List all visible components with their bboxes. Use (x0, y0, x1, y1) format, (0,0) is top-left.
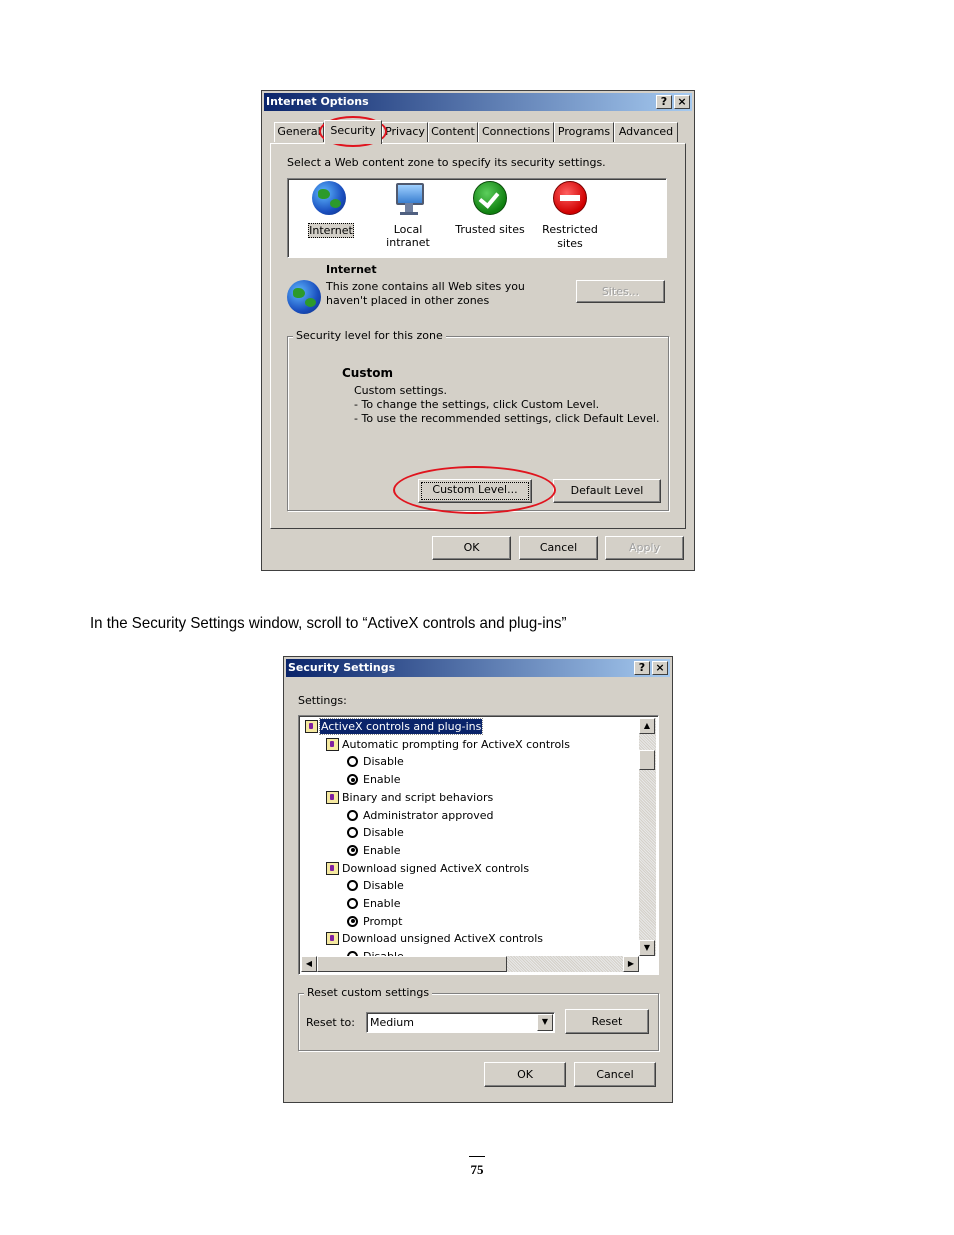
close-button[interactable]: × (652, 661, 668, 675)
cancel-button[interactable]: Cancel (574, 1062, 656, 1087)
close-button[interactable]: × (674, 95, 690, 109)
ok-button[interactable]: OK (484, 1062, 566, 1087)
tree-item-label: Disable (363, 826, 404, 840)
zone-restricted-sites[interactable]: Restricted sites (534, 181, 606, 253)
level-desc-3: - To use the recommended settings, click… (354, 412, 660, 425)
settings-shield-icon (326, 790, 339, 804)
zone-local-intranet[interactable]: Local intranet (372, 181, 444, 249)
tab-general[interactable]: General (274, 122, 324, 142)
tab-content[interactable]: Content (428, 122, 478, 142)
internet-options-titlebar[interactable]: Internet Options ? × (264, 93, 692, 111)
level-desc-1: Custom settings. (354, 384, 448, 397)
tree-item-label: Automatic prompting for ActiveX controls (342, 737, 570, 751)
ok-button[interactable]: OK (432, 536, 511, 560)
tree-item-label: Download signed ActiveX controls (342, 861, 530, 875)
scroll-down-icon[interactable]: ▼ (639, 940, 655, 956)
settings-label: Settings: (298, 694, 347, 707)
check-icon (473, 181, 507, 215)
settings-tree: ActiveX controls and plug-ins Automatic p… (299, 716, 639, 956)
tree-item-label: Disable (363, 879, 404, 893)
zone-restricted-sites-label-line2: sites (557, 237, 583, 250)
tree-item-label: Disable (362, 948, 405, 956)
default-level-button[interactable]: Default Level (553, 479, 661, 503)
sites-button[interactable]: Sites... (576, 280, 665, 303)
internet-options-dialog: Internet Options ? × General Security Pr… (261, 90, 695, 571)
tab-security[interactable]: Security (324, 120, 382, 144)
tree-item-label: Binary and script behaviors (342, 790, 494, 804)
settings-shield-icon (326, 932, 339, 946)
security-settings-titlebar[interactable]: Security Settings ? × (286, 659, 670, 677)
radio-icon (347, 898, 358, 909)
scroll-left-icon[interactable]: ◀ (301, 956, 317, 972)
radio-selected-icon (347, 774, 358, 786)
radio-icon (347, 809, 358, 821)
page-number: 75 (470, 1162, 484, 1177)
tree-item-label: Download unsigned ActiveX controls (342, 932, 544, 946)
zone-restricted-sites-label-line1: Restricted (542, 223, 598, 236)
zone-local-intranet-label: Local intranet (386, 223, 430, 249)
tree-item-label: ActiveX controls and plug-ins (318, 718, 484, 735)
tab-programs[interactable]: Programs (554, 122, 614, 142)
radio-selected-icon (347, 844, 358, 856)
zone-desc-line1: This zone contains all Web sites you (326, 280, 525, 293)
tab-strip: General Security Privacy Content Connect… (272, 120, 684, 144)
tree-item-label: Prompt (363, 914, 403, 928)
security-level-legend: Security level for this zone (293, 329, 446, 342)
radio-icon (347, 880, 358, 892)
reset-to-select[interactable]: Medium ▼ (366, 1012, 555, 1033)
settings-shield-icon (326, 737, 339, 751)
level-desc-2: - To change the settings, click Custom L… (354, 398, 600, 411)
tree-item-label: Enable (363, 897, 401, 910)
globe-icon (312, 181, 346, 215)
tab-advanced[interactable]: Advanced (614, 122, 678, 142)
security-settings-dialog: Security Settings ? × Settings: ActiveX … (283, 656, 673, 1103)
zone-trusted-sites[interactable]: Trusted sites (454, 181, 526, 239)
zone-desc-line2: haven't placed in other zones (326, 294, 490, 307)
tree-item-label: Administrator approved (363, 808, 494, 822)
reset-legend: Reset custom settings (304, 986, 433, 999)
cancel-button[interactable]: Cancel (519, 536, 598, 560)
page-number-rule (469, 1156, 485, 1157)
no-entry-icon (553, 181, 587, 215)
scroll-right-icon[interactable]: ▶ (623, 956, 639, 972)
level-name: Custom (342, 366, 393, 380)
zone-internet-label: Internet (308, 223, 354, 238)
tab-privacy[interactable]: Privacy (382, 122, 428, 142)
scroll-thumb[interactable] (639, 750, 655, 770)
tab-connections[interactable]: Connections (478, 122, 554, 142)
radio-selected-icon (347, 915, 358, 927)
zone-instruction: Select a Web content zone to specify its… (287, 156, 606, 169)
custom-level-highlight (393, 466, 556, 514)
zone-internet[interactable]: Internet (306, 181, 354, 239)
zone-trusted-sites-label: Trusted sites (455, 223, 525, 236)
help-button[interactable]: ? (634, 661, 650, 675)
reset-group: Reset custom settings Reset to: Medium ▼… (298, 986, 659, 1051)
zone-list: Internet Local intranet Trusted sites Re… (287, 178, 667, 258)
internet-zone-globe-icon (287, 280, 321, 314)
network-monitor-icon (394, 181, 426, 215)
radio-icon (347, 827, 358, 839)
reset-to-label: Reset to: (306, 1016, 355, 1029)
vertical-scrollbar[interactable]: ▲ ▼ (639, 718, 656, 956)
radio-icon (347, 756, 358, 768)
settings-shield-icon (326, 861, 339, 875)
apply-button[interactable]: Apply (605, 536, 684, 560)
scroll-up-icon[interactable]: ▲ (639, 718, 655, 734)
zone-title: Internet (326, 263, 377, 276)
help-button[interactable]: ? (656, 95, 672, 109)
reset-button[interactable]: Reset (565, 1009, 649, 1034)
internet-options-title: Internet Options (266, 95, 369, 108)
security-settings-title: Security Settings (288, 661, 396, 674)
tree-item-label: Enable (363, 773, 401, 787)
settings-shield-icon (305, 720, 318, 733)
tree-item-label: Enable (363, 843, 401, 857)
chevron-down-icon[interactable]: ▼ (537, 1014, 553, 1031)
reset-to-value: Medium (370, 1016, 414, 1029)
instruction-text: In the Security Settings window, scroll … (90, 615, 567, 632)
settings-tree-view[interactable]: ActiveX controls and plug-ins Automatic p… (298, 715, 659, 975)
scroll-h-thumb[interactable] (317, 956, 507, 972)
horizontal-scrollbar[interactable]: ◀ ▶ (301, 956, 639, 972)
tree-item-label: Disable (363, 755, 404, 769)
